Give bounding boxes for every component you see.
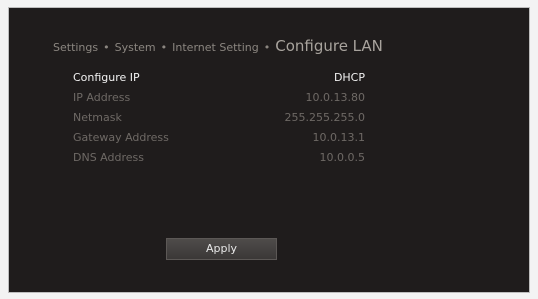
breadcrumb-separator: •: [263, 41, 271, 54]
setting-row-netmask[interactable]: Netmask 255.255.255.0: [73, 108, 365, 128]
setting-row-dns-address[interactable]: DNS Address 10.0.0.5: [73, 148, 365, 168]
breadcrumb-separator: •: [160, 41, 168, 54]
setting-value: 10.0.0.5: [319, 151, 365, 164]
tv-screen: Settings • System • Internet Setting • C…: [8, 7, 530, 293]
breadcrumb: Settings • System • Internet Setting • C…: [53, 37, 383, 55]
setting-row-ip-address[interactable]: IP Address 10.0.13.80: [73, 88, 365, 108]
setting-label: Netmask: [73, 111, 122, 124]
setting-row-gateway-address[interactable]: Gateway Address 10.0.13.1: [73, 128, 365, 148]
setting-value: DHCP: [333, 71, 365, 84]
setting-value: 10.0.13.80: [305, 91, 365, 104]
settings-list: Configure IP DHCP IP Address 10.0.13.80 …: [73, 68, 365, 168]
breadcrumb-item-settings[interactable]: Settings: [53, 41, 98, 54]
setting-label: Gateway Address: [73, 131, 169, 144]
setting-row-configure-ip[interactable]: Configure IP DHCP: [73, 68, 365, 88]
breadcrumb-separator: •: [103, 41, 110, 54]
setting-label: IP Address: [73, 91, 131, 104]
breadcrumb-item-system[interactable]: System: [115, 41, 156, 54]
setting-label: DNS Address: [73, 151, 144, 164]
page-title: Configure LAN: [275, 37, 383, 55]
apply-button[interactable]: Apply: [166, 238, 277, 260]
setting-value: 10.0.13.1: [312, 131, 365, 144]
setting-value: 255.255.255.0: [284, 111, 365, 124]
setting-label: Configure IP: [73, 71, 140, 84]
breadcrumb-item-internet-setting[interactable]: Internet Setting: [172, 41, 259, 54]
